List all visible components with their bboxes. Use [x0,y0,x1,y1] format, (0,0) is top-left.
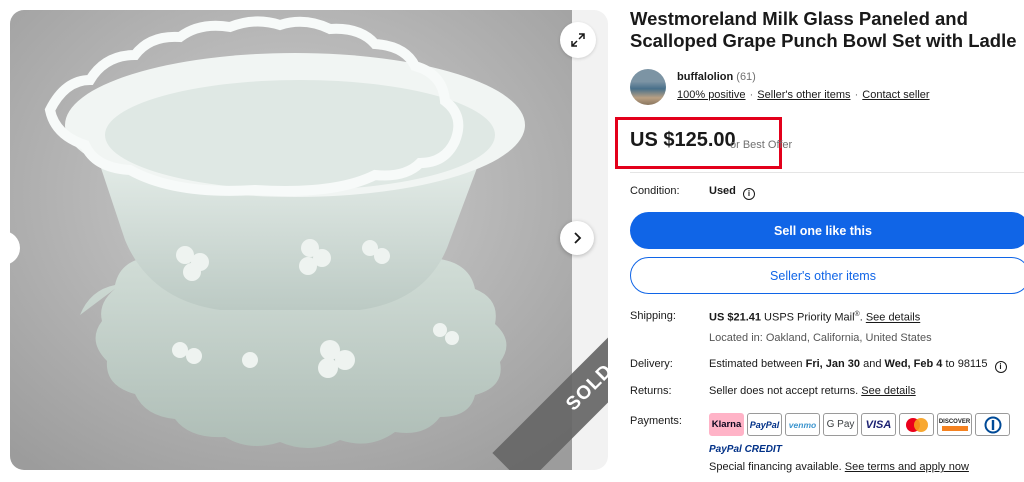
expand-icon [571,33,585,47]
google-pay-icon: G Pay [823,413,858,436]
item-location: Located in: Oakland, California, United … [709,332,932,344]
financing-line: Special financing available. See terms a… [709,461,969,473]
seller-avatar[interactable] [630,69,666,105]
discover-icon: DISCOVER [937,413,972,436]
visa-icon: VISA [861,413,896,436]
price: US $125.00 [630,129,736,151]
returns-text: Seller does not accept returns. [709,385,859,397]
shipping-service: USPS Priority Mail [764,311,855,324]
discover-label: DISCOVER [938,418,971,425]
expand-image-button[interactable] [560,22,596,58]
separator-dot: · [854,89,859,101]
divider [630,172,1024,173]
punch-bowl-photo [10,10,572,470]
chevron-right-icon [574,232,582,244]
info-icon[interactable]: i [742,188,755,200]
delivery-value: Estimated between Fri, Jan 30 and Wed, F… [709,358,1007,373]
best-offer-label: or Best Offer [730,139,793,151]
condition-value: Used i [709,185,755,200]
returns-label: Returns: [630,385,672,397]
shipping-label: Shipping: [630,310,676,322]
info-icon[interactable]: i [994,361,1007,373]
condition-label: Condition: [630,185,680,197]
listing-title: Westmoreland Milk Glass Paneled and Scal… [630,8,1017,51]
seller-name[interactable]: buffalolion [677,71,733,83]
shipping-value: US $21.41 USPS Priority Mail®. See detai… [709,311,921,324]
seller-positive-link[interactable]: 100% positive [677,89,746,101]
shipping-cost: US $21.41 [709,311,761,324]
delivery-and: and [863,358,882,370]
delivery-prefix: Estimated between [709,358,803,370]
payment-methods: Klarna PayPal venmo G Pay VISA DISCOVER [709,413,1010,436]
delivery-label: Delivery: [630,358,673,370]
separator-dot: · [749,89,754,101]
image-gallery: SOLD [10,10,608,470]
paypal-icon: PayPal [747,413,782,436]
delivery-zip: to 98115 [945,358,988,370]
financing-text: Special financing available. [709,461,842,473]
venmo-icon: venmo [785,413,820,436]
seller-other-items-link[interactable]: Seller's other items [757,89,850,101]
sell-one-like-this-button[interactable]: Sell one like this [630,212,1024,249]
shipping-details-link[interactable]: See details [866,312,920,324]
delivery-start: Fri, Jan 30 [805,358,861,370]
seller-name-line[interactable]: buffalolion (61) [677,71,756,83]
payments-label: Payments: [630,415,682,427]
klarna-icon: Klarna [709,413,744,436]
seller-card: buffalolion (61) 100% positive · Seller'… [630,68,1024,108]
paypal-credit-logo: PayPal CREDIT [709,444,782,455]
diners-club-icon [975,413,1010,436]
sellers-other-items-button[interactable]: Seller's other items [630,257,1024,294]
registered-mark: ® [854,311,860,318]
condition-text: Used [709,185,736,197]
next-image-button[interactable] [560,221,594,255]
product-image[interactable] [10,10,572,470]
seller-feedback-count: (61) [736,71,756,83]
delivery-end: Wed, Feb 4 [884,358,943,370]
contact-seller-link[interactable]: Contact seller [862,89,929,101]
financing-link[interactable]: See terms and apply now [845,461,969,473]
mastercard-icon [899,413,934,436]
seller-links: 100% positive · Seller's other items · C… [677,89,930,101]
returns-details-link[interactable]: See details [861,385,915,397]
returns-value: Seller does not accept returns. See deta… [709,385,916,397]
